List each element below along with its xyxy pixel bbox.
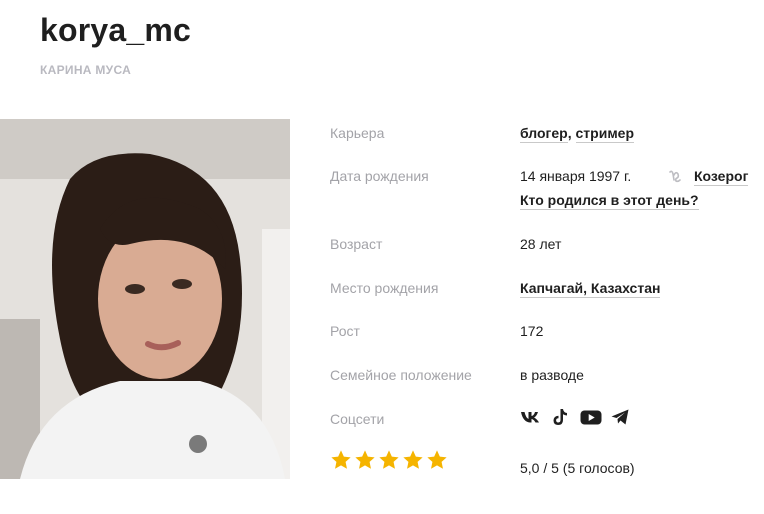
- marital-status-label: Семейное положение: [330, 367, 472, 383]
- marital-status-value: в разводе: [520, 367, 584, 383]
- career-values: блогер, стример: [520, 125, 635, 143]
- capricorn-icon: [669, 170, 681, 183]
- birthplace-link[interactable]: Капчагай, Казахстан: [520, 280, 661, 298]
- career-label: Карьера: [330, 125, 385, 141]
- height-label: Рост: [330, 323, 360, 339]
- star-icon[interactable]: [354, 449, 376, 471]
- career-link-streamer[interactable]: стример: [575, 125, 635, 143]
- tiktok-icon[interactable]: [550, 407, 570, 427]
- age-value: 28 лет: [520, 236, 562, 252]
- zodiac: Козерог: [668, 168, 749, 186]
- rating-stars[interactable]: [330, 449, 448, 471]
- birthplace-label: Место рождения: [330, 280, 439, 296]
- birth-date-label: Дата рождения: [330, 168, 429, 184]
- career-link-blogger[interactable]: блогер: [520, 125, 568, 143]
- birth-date-value: 14 января 1997 г.: [520, 168, 632, 184]
- social-links: [520, 407, 630, 427]
- youtube-icon[interactable]: [580, 407, 602, 427]
- born-same-day-link[interactable]: Кто родился в этот день?: [520, 192, 699, 210]
- real-name: КАРИНА МУСА: [40, 63, 132, 77]
- zodiac-link[interactable]: Козерог: [694, 168, 749, 186]
- star-icon[interactable]: [426, 449, 448, 471]
- age-label: Возраст: [330, 236, 383, 252]
- page-title: korya_mc: [40, 12, 192, 48]
- star-icon[interactable]: [402, 449, 424, 471]
- star-icon[interactable]: [330, 449, 352, 471]
- telegram-icon[interactable]: [610, 407, 630, 427]
- rating-text: 5,0 / 5 (5 голосов): [520, 460, 635, 476]
- star-icon[interactable]: [378, 449, 400, 471]
- profile-photo: [0, 119, 290, 479]
- vk-icon[interactable]: [520, 407, 540, 427]
- height-value: 172: [520, 323, 544, 339]
- socials-label: Соцсети: [330, 411, 385, 427]
